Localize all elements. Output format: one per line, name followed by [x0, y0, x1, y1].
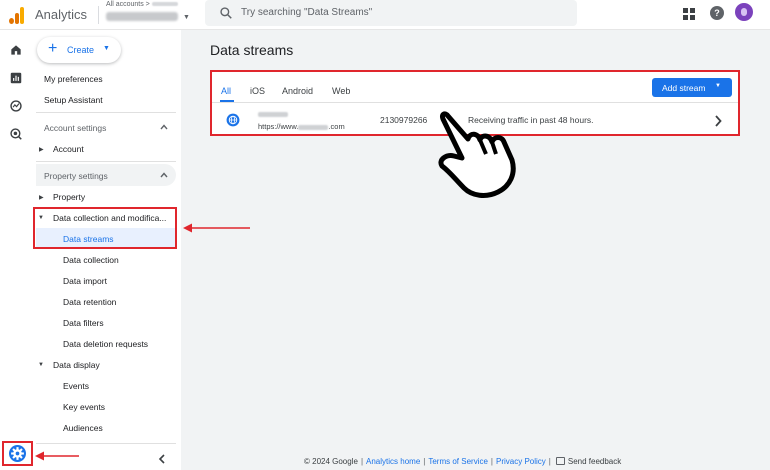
sidebar-item-events[interactable]: Events	[63, 381, 89, 391]
advertising-icon[interactable]	[9, 127, 23, 141]
stream-url: https://www. .com	[258, 122, 345, 131]
annotation-arrow-gear	[35, 451, 79, 461]
sidebar-divider	[36, 161, 176, 162]
stream-url-suffix: .com	[328, 122, 345, 131]
footer-send-feedback[interactable]: Send feedback	[568, 457, 621, 466]
app-name: Analytics	[35, 7, 88, 22]
account-breadcrumb-label: All accounts >	[106, 1, 150, 8]
collapse-caret-icon[interactable]: ▼	[38, 362, 44, 368]
collapse-sidebar-chevron-icon[interactable]	[158, 454, 166, 464]
sidebar-item-audiences[interactable]: Audiences	[63, 423, 103, 433]
tab-android[interactable]: Android	[282, 86, 313, 96]
footer-link-analytics-home[interactable]: Analytics home	[366, 457, 420, 466]
tab-ios[interactable]: iOS	[250, 86, 265, 96]
apps-grid-icon[interactable]	[683, 8, 695, 20]
sidebar-item-data-import[interactable]: Data import	[63, 276, 107, 286]
annotation-arrow-nav	[183, 223, 250, 233]
footer-copyright: © 2024 Google	[304, 457, 358, 466]
search-input[interactable]: Try searching "Data Streams"	[241, 7, 372, 18]
redacted-url-text	[298, 124, 329, 130]
plus-icon: +	[48, 40, 58, 57]
avatar[interactable]	[735, 3, 753, 21]
reports-icon[interactable]	[9, 71, 23, 85]
account-breadcrumb[interactable]: All accounts >	[106, 1, 178, 8]
expand-caret-icon[interactable]: ▶	[39, 194, 44, 201]
expand-caret-icon[interactable]: ▶	[39, 146, 44, 153]
web-globe-icon	[226, 113, 240, 127]
create-button[interactable]: + Create ▼	[37, 37, 121, 63]
add-stream-button[interactable]: Add stream ▼	[652, 78, 732, 97]
explore-icon[interactable]	[9, 99, 23, 113]
sidebar-item-data-deletion-requests[interactable]: Data deletion requests	[63, 339, 148, 349]
section-property-settings[interactable]: Property settings	[44, 171, 108, 181]
chevron-up-icon[interactable]	[160, 171, 168, 179]
property-picker-caret-icon[interactable]: ▼	[183, 14, 190, 21]
stream-id: 2130979266	[380, 115, 428, 125]
search-box[interactable]: Try searching "Data Streams"	[205, 0, 577, 26]
sidebar-item-property[interactable]: Property	[53, 192, 85, 202]
page-title: Data streams	[210, 42, 294, 58]
create-caret-icon: ▼	[103, 45, 110, 52]
highlight-box-nav	[33, 207, 177, 249]
home-icon[interactable]	[9, 43, 23, 57]
redacted-account-text	[151, 2, 178, 7]
sidebar-divider	[36, 443, 176, 444]
footer-link-privacy[interactable]: Privacy Policy	[496, 457, 546, 466]
redacted-stream-name[interactable]	[258, 112, 288, 117]
redacted-property-name[interactable]	[106, 12, 178, 21]
sidebar-item-my-preferences[interactable]: My preferences	[44, 74, 103, 84]
top-app-bar: Analytics All accounts > ▼ Try searching…	[0, 0, 770, 30]
card-divider	[212, 102, 738, 103]
admin-gear-icon[interactable]	[9, 445, 26, 462]
sidebar-item-data-retention[interactable]: Data retention	[63, 297, 116, 307]
sidebar-divider	[36, 112, 176, 113]
admin-gear-highlight[interactable]	[2, 441, 33, 466]
sidebar-item-key-events[interactable]: Key events	[63, 402, 105, 412]
tab-all[interactable]: All	[221, 86, 231, 96]
nav-rail	[0, 30, 33, 470]
tab-web[interactable]: Web	[332, 86, 350, 96]
sidebar-item-account[interactable]: Account	[53, 144, 84, 154]
feedback-icon[interactable]	[555, 457, 565, 465]
sidebar-item-setup-assistant[interactable]: Setup Assistant	[44, 95, 103, 105]
add-stream-caret-icon: ▼	[715, 83, 721, 89]
sidebar-item-data-display[interactable]: Data display	[53, 360, 100, 370]
search-icon	[220, 7, 232, 19]
stream-url-prefix: https://www.	[258, 122, 299, 131]
chevron-up-icon[interactable]	[160, 123, 168, 131]
help-icon[interactable]: ?	[710, 6, 724, 20]
add-stream-label: Add stream	[662, 83, 706, 93]
header-divider	[98, 6, 99, 24]
sidebar-item-data-filters[interactable]: Data filters	[63, 318, 104, 328]
pointing-hand-icon	[438, 111, 516, 198]
analytics-logo-icon[interactable]	[9, 6, 25, 24]
sidebar-item-data-collection[interactable]: Data collection	[63, 255, 119, 265]
footer-link-terms[interactable]: Terms of Service	[428, 457, 488, 466]
chevron-right-icon[interactable]	[714, 115, 722, 127]
section-account-settings[interactable]: Account settings	[44, 123, 106, 133]
create-label: Create	[67, 45, 95, 55]
footer: © 2024 Google | Analytics home | Terms of Se…	[304, 457, 622, 466]
